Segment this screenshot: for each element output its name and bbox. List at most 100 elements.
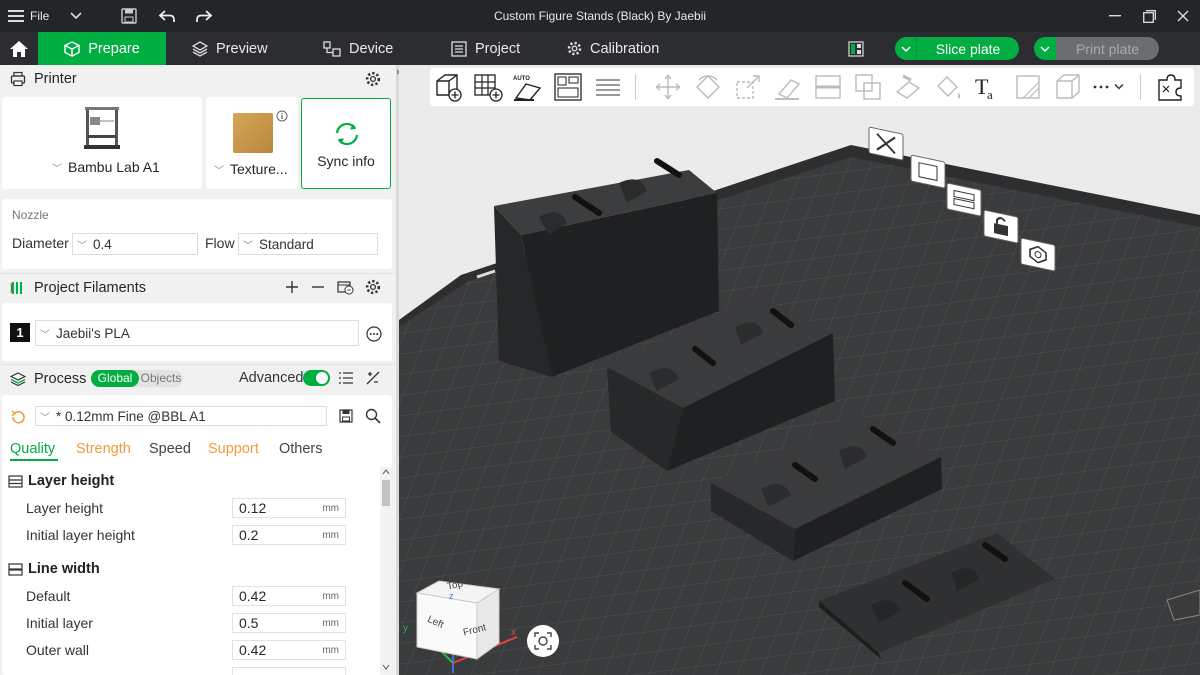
scrollbar-thumb[interactable] (382, 480, 390, 506)
layer-height-input[interactable]: 0.12 mm (232, 498, 346, 518)
printer-card[interactable]: ﹀ Bambu Lab A1 (2, 97, 202, 189)
3d-viewport[interactable]: Top Left Front z y x (399, 65, 1200, 675)
boolean-button[interactable] (852, 71, 884, 103)
paint-bucket-icon (937, 76, 960, 99)
printer-settings-button[interactable] (364, 70, 382, 88)
mode-objects[interactable]: Objects (139, 370, 183, 387)
reset-icon[interactable] (10, 409, 26, 425)
add-object-button[interactable] (432, 71, 464, 103)
more-tools-button[interactable] (1090, 71, 1130, 103)
move-button[interactable] (652, 71, 684, 103)
filament-icon (10, 281, 22, 294)
filament-index-badge[interactable]: 1 (10, 323, 30, 342)
file-menu-button[interactable]: File (8, 0, 68, 32)
rotate-button[interactable] (692, 71, 724, 103)
process-preset-select[interactable]: ﹀ * 0.12mm Fine @BBL A1 (35, 406, 327, 426)
view-cube[interactable]: Top Left Front z y x (399, 571, 529, 675)
advanced-toggle[interactable] (303, 370, 330, 386)
layout-toggle-button[interactable] (847, 32, 865, 65)
filament-settings-button[interactable] (364, 278, 382, 296)
toolbar-divider (635, 74, 636, 100)
toggle-knob (316, 372, 328, 384)
tab-speed[interactable]: Speed (149, 441, 191, 457)
process-compare-button[interactable] (365, 370, 381, 386)
tab-prepare[interactable]: Prepare (38, 32, 166, 65)
cube-icon (64, 40, 81, 57)
flow-select[interactable]: ﹀ Standard (238, 233, 378, 255)
measure-button[interactable] (1052, 71, 1084, 103)
initial-layer-height-input[interactable]: 0.2 mm (232, 525, 346, 545)
outer-wall-line-width-input[interactable]: 0.42 mm (232, 640, 346, 660)
tab-device[interactable]: Device (323, 32, 413, 65)
tab-strength[interactable]: Strength (76, 441, 131, 457)
text-emboss-button[interactable]: Ta (972, 71, 1004, 103)
hamburger-icon (8, 10, 24, 22)
slice-dropdown[interactable] (895, 37, 917, 60)
advanced-label: Advanced (239, 370, 304, 386)
print-plate-label: Print plate (1075, 40, 1140, 57)
scroll-up-icon[interactable] (382, 469, 390, 475)
auto-orient-button[interactable]: AUTO (512, 71, 544, 103)
search-icon[interactable] (365, 408, 381, 424)
lay-on-face-button[interactable] (772, 71, 804, 103)
split-layers-button[interactable] (592, 71, 624, 103)
add-plate-button[interactable] (472, 71, 504, 103)
scale-button[interactable] (732, 71, 764, 103)
plate-card[interactable]: ﹀ Texture... (206, 97, 298, 189)
default-line-width-label: Default (26, 588, 71, 604)
minimize-button[interactable] (1104, 0, 1126, 32)
settings-scrollbar[interactable] (380, 467, 392, 675)
diameter-select[interactable]: ﹀ 0.4 (72, 233, 198, 255)
tab-calibration[interactable]: Calibration (567, 32, 677, 65)
slice-plate-button[interactable]: Slice plate (895, 37, 1019, 60)
process-mode-switch[interactable]: Global Objects (91, 370, 183, 387)
filament-sync-button[interactable] (336, 278, 354, 296)
initial-layer-line-width-input[interactable]: 0.5 mm (232, 613, 346, 633)
sync-info-button[interactable]: Sync info (301, 98, 391, 189)
default-line-width-input[interactable]: 0.42 mm (232, 586, 346, 606)
print-plate-button[interactable]: Print plate (1034, 37, 1159, 60)
redo-button[interactable] (193, 0, 215, 32)
maximize-button[interactable] (1138, 0, 1160, 32)
mode-global[interactable]: Global (91, 370, 139, 387)
support-paint-button[interactable] (892, 71, 924, 103)
default-line-width-unit: mm (322, 591, 339, 602)
sync-icon (335, 122, 359, 146)
tab-calibration-label: Calibration (590, 40, 660, 57)
puzzle-icon (1158, 74, 1182, 101)
process-layers-icon (10, 371, 26, 386)
seam-paint-button[interactable] (1012, 71, 1044, 103)
info-icon[interactable] (276, 110, 288, 122)
color-paint-button[interactable] (932, 71, 964, 103)
assembly-view-button[interactable] (1154, 71, 1186, 103)
save-button[interactable] (118, 0, 140, 32)
tab-quality[interactable]: Quality (10, 441, 55, 457)
settings-panel: Printer ﹀ Bambu Lab A1 ﹀ Texture... Sync… (0, 65, 396, 675)
home-icon (10, 40, 28, 57)
scroll-down-icon[interactable] (382, 664, 390, 670)
chevron-down-icon: ﹀ (243, 240, 253, 252)
more-options-icon[interactable] (366, 326, 382, 342)
tab-preview[interactable]: Preview (192, 32, 282, 65)
home-button[interactable] (0, 32, 38, 65)
print-dropdown[interactable] (1034, 37, 1056, 60)
add-filament-button[interactable] (284, 279, 300, 295)
initial-layer-line-width-unit: mm (322, 618, 339, 629)
tab-others[interactable]: Others (279, 441, 323, 457)
file-menu-chevron[interactable] (66, 0, 86, 32)
close-window-button[interactable] (1172, 0, 1194, 32)
save-preset-icon[interactable] (339, 409, 353, 423)
tab-support[interactable]: Support (208, 441, 259, 457)
remove-filament-button[interactable] (310, 279, 326, 295)
tab-prepare-label: Prepare (88, 40, 140, 57)
next-row-input-partial[interactable] (232, 667, 346, 675)
project-icon (451, 40, 467, 57)
arrange-button[interactable] (552, 71, 584, 103)
process-list-button[interactable] (338, 370, 354, 386)
tab-project[interactable]: Project (451, 32, 541, 65)
undo-button[interactable] (156, 0, 178, 32)
window-title: Custom Figure Stands (Black) By Jaebii (493, 9, 707, 23)
cut-button[interactable] (812, 71, 844, 103)
camera-view-button[interactable] (527, 625, 559, 657)
filament-select[interactable]: ﹀ Jaebii's PLA (35, 320, 359, 346)
